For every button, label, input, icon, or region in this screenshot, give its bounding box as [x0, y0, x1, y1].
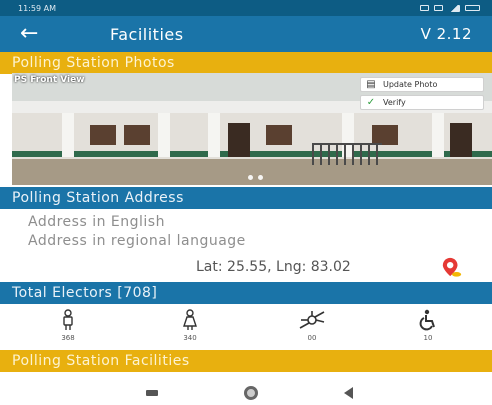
polling-station-photo[interactable]: PS Front View ▤ Update Photo ✓ Verify [12, 73, 492, 185]
carousel-dot[interactable] [258, 175, 263, 180]
photos-section-title: Polling Station Photos [12, 55, 175, 71]
map-pin-icon[interactable] [441, 256, 463, 278]
electors-section-header: Total Electors [708] [0, 282, 492, 304]
back-arrow-icon[interactable]: ← [20, 23, 68, 45]
battery-icon [465, 5, 480, 11]
address-section-title: Polling Station Address [12, 190, 184, 206]
photo-window [372, 125, 398, 145]
camera-icon: ▤ [366, 79, 376, 90]
back-icon[interactable] [344, 387, 353, 399]
male-voter-icon [63, 309, 73, 330]
photo-railing [312, 143, 382, 165]
photo-pillar [158, 113, 170, 157]
male-electors: 368 [38, 308, 98, 342]
carousel-indicator [248, 175, 263, 180]
photo-door [228, 123, 250, 157]
status-bar: 11:59 AM [0, 0, 492, 16]
photos-section-header: Polling Station Photos [0, 52, 492, 74]
facilities-section-title: Polling Station Facilities [12, 353, 190, 369]
photo-window [124, 125, 150, 145]
photo-pillar [208, 113, 220, 157]
address-block: Address in English Address in regional l… [0, 210, 492, 282]
update-photo-button[interactable]: ▤ Update Photo [360, 77, 484, 92]
third-gender-electors: 00 [282, 308, 342, 342]
photo-window [266, 125, 292, 145]
female-count: 340 [183, 334, 197, 342]
address-english-field[interactable]: Address in English [28, 214, 165, 230]
checkmark-icon: ✓ [366, 97, 376, 108]
male-count: 368 [61, 334, 75, 342]
verify-label: Verify [383, 98, 406, 107]
home-icon[interactable] [244, 386, 258, 400]
electors-row: 368 340 00 10 [0, 304, 492, 350]
status-time: 11:59 AM [18, 3, 56, 13]
address-section-header: Polling Station Address [0, 187, 492, 209]
photo-caption: PS Front View [14, 75, 85, 85]
status-icons [420, 4, 480, 12]
female-electors: 340 [160, 308, 220, 342]
system-nav-bar [0, 372, 492, 405]
recent-apps-icon[interactable] [146, 390, 158, 396]
address-regional-field[interactable]: Address in regional language [28, 233, 246, 249]
photo-door [450, 123, 472, 157]
photo-window [90, 125, 116, 145]
third-gender-icon [299, 311, 325, 329]
update-photo-label: Update Photo [383, 80, 438, 89]
photo-building-stripe [12, 151, 492, 157]
pwd-count: 10 [423, 334, 433, 342]
app-bar: ← Facilities V 2.12 [0, 16, 492, 52]
carousel-dot[interactable] [248, 175, 253, 180]
signal-icon [448, 4, 460, 12]
wheelchair-icon [419, 309, 435, 331]
female-voter-icon [183, 309, 197, 330]
sim-icon [420, 5, 429, 11]
verify-button[interactable]: ✓ Verify [360, 95, 484, 110]
electors-section-title: Total Electors [708] [12, 285, 158, 301]
notification-icon [434, 5, 443, 11]
lat-lng-readout: Lat: 25.55, Lng: 83.02 [196, 259, 351, 275]
version-label: V 2.12 [420, 25, 472, 43]
photo-pillar [62, 113, 74, 157]
page-title: Facilities [110, 24, 184, 44]
photo-ground [12, 159, 492, 185]
photo-pillar [432, 113, 444, 157]
third-gender-count: 00 [307, 334, 317, 342]
pwd-electors: 10 [398, 308, 458, 342]
facilities-section-header[interactable]: Polling Station Facilities [0, 350, 492, 372]
